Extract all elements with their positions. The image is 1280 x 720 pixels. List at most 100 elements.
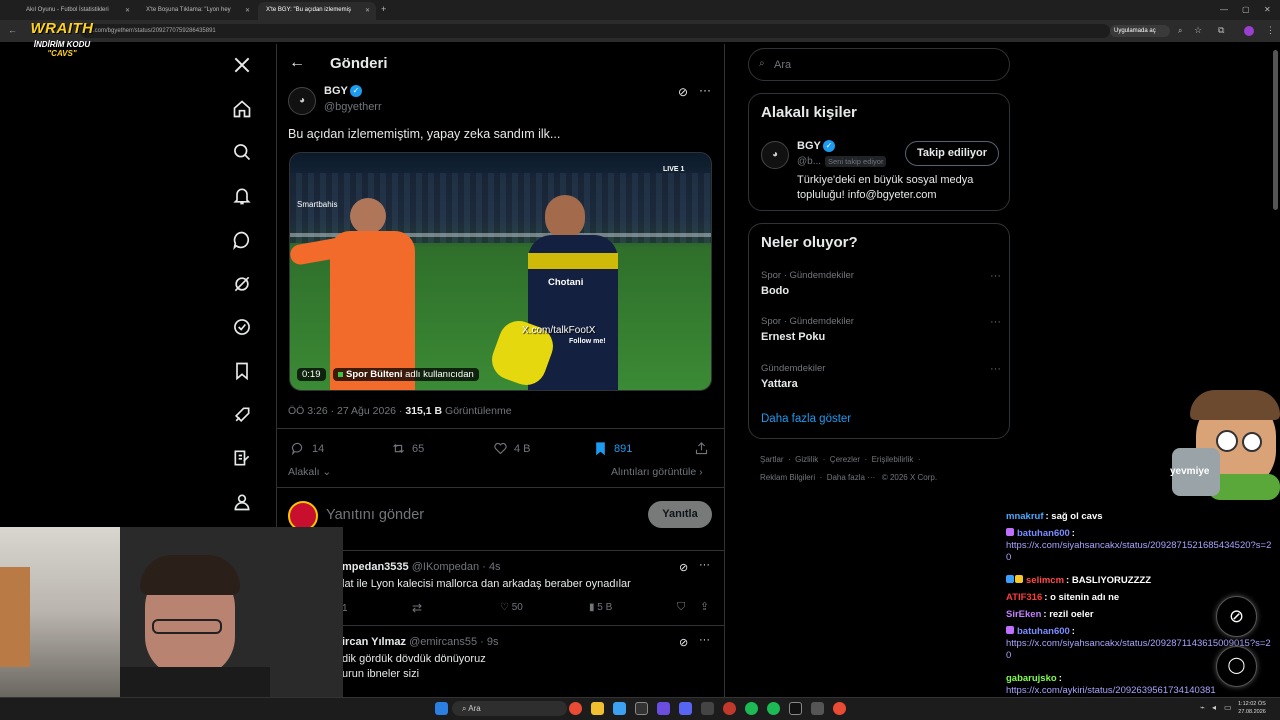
star-icon[interactable]: ☆: [1194, 25, 1202, 36]
trend-item[interactable]: Spor · Gündemdekiler Bodo ···: [761, 270, 1001, 297]
more-icon[interactable]: ···: [990, 363, 1001, 375]
reply-submit-button[interactable]: Yanıtla: [648, 501, 712, 528]
verified-icon[interactable]: [231, 316, 253, 338]
footer-link[interactable]: Erişilebilirlik: [872, 455, 914, 464]
show-more-link[interactable]: Daha fazla göster: [761, 413, 851, 425]
avatar[interactable]: ◕: [761, 141, 789, 169]
post-time[interactable]: ÖÖ 3:26 · 27 Ağu 2026 ·: [288, 405, 405, 417]
app-icon[interactable]: [833, 702, 846, 715]
follow-button[interactable]: Takip ediliyor: [905, 141, 999, 166]
app-icon[interactable]: [723, 702, 736, 715]
discord-icon[interactable]: [679, 702, 692, 715]
app-icon[interactable]: [745, 702, 758, 715]
bookmark-icon[interactable]: ⛉: [677, 601, 685, 614]
open-app-button[interactable]: Uygulamada aç: [1110, 25, 1170, 37]
battery-icon[interactable]: ▭: [1224, 703, 1232, 712]
close-icon[interactable]: ✕: [365, 7, 370, 14]
menu-icon[interactable]: ⋮: [1266, 25, 1275, 36]
chat-link[interactable]: https://x.com/aykiri/status/209263956173…: [1006, 685, 1216, 696]
bookmark-icon[interactable]: [231, 360, 253, 382]
app-icon[interactable]: [701, 702, 714, 715]
grok-icon[interactable]: ⊘: [679, 561, 688, 574]
more-icon[interactable]: ···: [990, 316, 1001, 328]
more-icon[interactable]: ···: [699, 83, 711, 97]
x-logo-icon[interactable]: [231, 54, 253, 76]
grok-floating-button[interactable]: ⊘: [1216, 596, 1257, 637]
extensions-icon[interactable]: ⧉: [1218, 25, 1224, 36]
windows-start-icon[interactable]: [435, 702, 448, 715]
person-handle[interactable]: @b...: [797, 156, 821, 167]
trend-item[interactable]: Spor · Gündemdekiler Ernest Poku ···: [761, 316, 1001, 343]
bell-icon[interactable]: [231, 185, 253, 207]
profile-icon[interactable]: [231, 491, 253, 513]
bookmark-button[interactable]: 891: [593, 441, 632, 456]
avatar[interactable]: ◕: [288, 87, 316, 115]
more-icon[interactable]: ···: [699, 634, 710, 646]
share-icon[interactable]: ⇪: [700, 600, 709, 613]
taskbar-clock[interactable]: 1:12:02 ÖS 27.08.2026: [1238, 700, 1266, 716]
back-arrow-icon[interactable]: ←: [289, 54, 305, 72]
reply-input[interactable]: Yanıtını gönder: [326, 507, 424, 523]
messages-floating-button[interactable]: ◯: [1216, 646, 1257, 687]
tab-1[interactable]: Akıl Oyunu - Futbol İstatistikleri ✕: [18, 2, 136, 20]
grok-icon[interactable]: [231, 273, 253, 295]
sort-dropdown[interactable]: Alakalı ⌄: [288, 466, 331, 478]
search-icon[interactable]: [231, 141, 253, 163]
chrome-icon[interactable]: [569, 702, 582, 715]
footer-link[interactable]: Çerezler: [830, 455, 860, 464]
chat-link[interactable]: https://x.com/siyahsancakx/status/209287…: [1006, 540, 1271, 563]
video-source[interactable]: Spor Bülteni adlı kullanıcıdan: [333, 368, 479, 381]
maximize-icon[interactable]: ▢: [1242, 5, 1250, 14]
view-quotes-link[interactable]: Alıntıları görüntüle ›: [611, 466, 703, 478]
file-explorer-icon[interactable]: [591, 702, 604, 715]
trend-item[interactable]: Gündemdekiler Yattara ···: [761, 363, 1001, 390]
footer-link[interactable]: Daha fazla ···: [827, 473, 875, 482]
zoom-icon[interactable]: ⌕: [1178, 26, 1182, 36]
more-icon[interactable]: ···: [699, 559, 710, 571]
url-field[interactable]: x.com/bgyetherr/status/20927707592864358…: [80, 24, 1110, 38]
views-button[interactable]: ▮ 5 B: [589, 602, 612, 613]
footer-link[interactable]: Reklam Bilgileri: [760, 473, 815, 482]
network-icon[interactable]: ⌁: [1200, 703, 1205, 712]
app-icon[interactable]: [789, 702, 802, 715]
back-arrow-icon[interactable]: ←: [8, 25, 17, 35]
grok-icon[interactable]: ⊘: [679, 636, 688, 649]
grok-icon[interactable]: ⊘: [678, 85, 688, 99]
app-icon[interactable]: [811, 702, 824, 715]
reply-button[interactable]: 14: [291, 441, 324, 456]
minimize-icon[interactable]: —: [1220, 5, 1228, 14]
more-icon[interactable]: ···: [990, 270, 1001, 282]
close-icon[interactable]: ✕: [245, 7, 250, 14]
tab-3[interactable]: X'te BGY: "Bu açıdan izlememiş ✕: [258, 2, 376, 20]
repost-button[interactable]: 65: [391, 441, 424, 456]
share-button[interactable]: [694, 441, 715, 456]
reply-header[interactable]: ircan Yılmaz @emircans55 · 9s: [342, 636, 499, 648]
tab-2[interactable]: X'te Boşuna Tıklama: "Lyon hey ✕: [138, 2, 256, 20]
spotify-icon[interactable]: [767, 702, 780, 715]
close-icon[interactable]: ✕: [125, 7, 130, 14]
author-handle[interactable]: @bgyetherr: [324, 101, 382, 113]
taskbar-search[interactable]: ⌕ Ara: [452, 701, 567, 716]
search-input[interactable]: ⌕ Ara: [748, 48, 1010, 81]
rocket-icon[interactable]: [231, 404, 253, 426]
new-tab-button[interactable]: +: [378, 2, 394, 20]
reply-header[interactable]: mpedan3535 @IKompedan · 4s: [342, 561, 501, 573]
home-icon[interactable]: [231, 98, 253, 120]
repost-icon[interactable]: ⇄: [412, 601, 422, 615]
app-icon[interactable]: [613, 702, 626, 715]
author-name[interactable]: BGY: [324, 85, 348, 97]
person-name[interactable]: BGY: [797, 140, 821, 152]
footer-link[interactable]: Şartlar: [760, 455, 784, 464]
footer-link[interactable]: Gizlilik: [795, 455, 818, 464]
close-window-icon[interactable]: ✕: [1264, 5, 1271, 14]
volume-icon[interactable]: ◂: [1212, 703, 1216, 712]
video-player[interactable]: LIVE 1 Smartbahis Chotani X.com/talkFoot…: [289, 152, 712, 391]
profile-avatar[interactable]: [1244, 26, 1254, 36]
messages-icon[interactable]: [231, 229, 253, 251]
app-icon[interactable]: [635, 702, 648, 715]
like-button[interactable]: ♡ 50: [500, 602, 523, 613]
scrollbar[interactable]: [1273, 50, 1278, 210]
like-button[interactable]: 4 B: [493, 441, 531, 456]
app-icon[interactable]: [657, 702, 670, 715]
compose-icon[interactable]: [231, 447, 253, 469]
